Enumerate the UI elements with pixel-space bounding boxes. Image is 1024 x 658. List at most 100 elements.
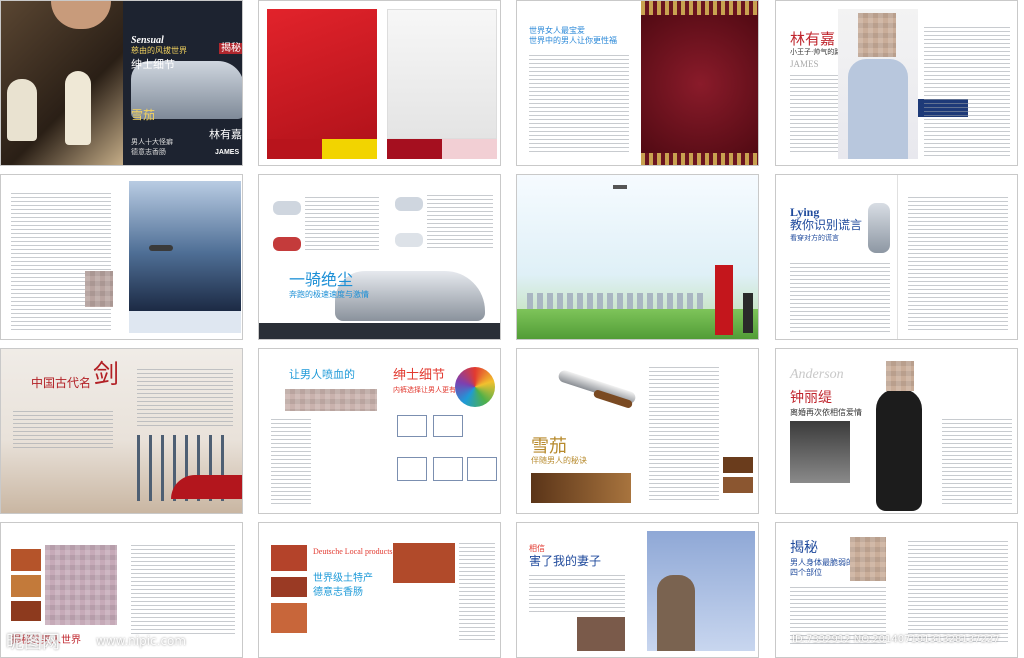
thumb-lying[interactable]: Lying 教你识别谎言 看穿对方的谎言 (775, 174, 1018, 340)
car-thumb-4 (395, 233, 423, 247)
cigar-title: 雪茄 (531, 436, 567, 457)
thumb-anderson[interactable]: Anderson 钟丽缇 离婚再次依相信爱情 (775, 348, 1018, 514)
lying-title: 教你识别谎言 (790, 218, 863, 232)
profile-body-text (790, 75, 840, 155)
wife-title: 害了我的妻子 (529, 554, 602, 568)
boxer-diagram-2 (433, 457, 463, 481)
yellow-swatch (322, 139, 377, 159)
censored-photo (85, 271, 113, 307)
thumb-cover[interactable]: Sensual 慈由的风拔世界 绅士细节 揭秘 雪茄 林有嘉 男人十大怪癖 德意… (0, 0, 243, 166)
sausage-en: Deutsche Local products (313, 547, 393, 556)
cover-line4: 德意志香肠 (131, 148, 166, 156)
cover-brand: JAMES (215, 149, 240, 156)
photo-strip (790, 421, 850, 483)
underwear-left-text (271, 419, 311, 505)
cigar-right-text (649, 367, 719, 503)
briefs-diagram-2 (433, 415, 463, 437)
briefs-diagram-1 (397, 415, 427, 437)
left-page-text (11, 193, 111, 333)
sword-body-text (13, 411, 113, 451)
censored-face (886, 361, 914, 391)
car-headline: 一骑绝尘 (289, 270, 354, 289)
sword-title-a: 中国古代名 (31, 376, 92, 390)
cigar-sub: 伴随男人的秘诀 (531, 456, 587, 465)
thumb-swords[interactable]: 中国古代名 剑 (0, 348, 243, 514)
cigar-thumb-2 (723, 477, 753, 493)
sausage-photo-3 (271, 603, 307, 633)
boxer-diagram-1 (397, 457, 427, 481)
boxer-diagram-3 (467, 457, 497, 481)
sausage-sub: 德意志香肠 (313, 587, 363, 598)
sci-fi-image (129, 181, 241, 311)
cover-cigar: 雪茄 (131, 108, 156, 122)
cigar-box-image (531, 473, 631, 503)
red-number-one (715, 265, 733, 335)
lying-sub: 看穿对方的谎言 (790, 234, 839, 242)
thumb-sausage[interactable]: Deutsche Local products 世界级土特产 德意志香肠 (258, 522, 501, 658)
cigar-thumb-1 (723, 457, 753, 473)
lying-body-text (790, 263, 890, 333)
profile-en: JAMES (790, 59, 819, 69)
food-photo-2 (11, 575, 41, 597)
reveal-sub1: 男人身体最脆弱的 (790, 558, 854, 567)
tower-shape (657, 575, 695, 651)
burgundy-frame-panel (641, 1, 758, 165)
car-spec-text-right (427, 195, 493, 251)
chess-bishop-icon (65, 71, 91, 145)
sword-title-b: 剑 (93, 360, 120, 390)
sausage-photo-1 (271, 545, 307, 571)
chess-knight-icon (7, 79, 37, 141)
thumb-article-burgundy[interactable]: 世界女人最宝爱 世界中的男人让你更性福 (516, 0, 759, 166)
thumb-sci-fi[interactable] (0, 174, 243, 340)
underwear-title-left: 让男人喷血的 (289, 368, 355, 381)
gold-ornament-bottom (641, 153, 758, 165)
car-subline: 奔跑的极速速度与激情 (289, 290, 369, 299)
thumb-underwear[interactable]: 让男人喷血的 绅士细节 内裤选择让男人更有品味 (258, 348, 501, 514)
watermark-url: www.nipic.com (96, 634, 187, 648)
anderson-name: 钟丽缇 (790, 390, 832, 406)
food-photo-1 (11, 549, 41, 571)
thumb-landscape[interactable] (516, 174, 759, 340)
woman-black-dress (876, 389, 922, 511)
thumb-wife[interactable]: 相信 害了我的妻子 (516, 522, 759, 658)
car-spec-text (305, 197, 379, 253)
standing-man (743, 293, 753, 333)
robot-figure (868, 203, 890, 253)
article-body-text (529, 55, 629, 155)
cover-mini1: 揭秘 (219, 43, 242, 54)
red-ribbon (171, 475, 242, 499)
anderson-sub: 离婚再次依相信爱情 (790, 408, 862, 417)
watermark-logo: 昵图网 (6, 632, 60, 653)
thumb-cigar[interactable]: 雪茄 伴随男人的秘诀 (516, 348, 759, 514)
anderson-right-text (942, 419, 1012, 505)
road-strip (259, 323, 500, 339)
cover-line1: 慈由的风拔世界 (131, 46, 187, 55)
car-thumb-2 (273, 237, 301, 251)
wife-body-text (529, 575, 625, 615)
thumb-color-swatches[interactable] (258, 0, 501, 166)
reveal-title: 揭秘 (790, 540, 818, 556)
page-gutter (897, 175, 898, 339)
caption-strip (129, 311, 241, 333)
sausage-right-text (459, 543, 495, 643)
shirt-shape (848, 59, 908, 159)
car-thumb-3 (395, 197, 423, 211)
cover-en-word: Sensual (131, 35, 164, 46)
gold-ornament-top (641, 1, 758, 15)
censored-photo (45, 545, 117, 625)
pink-swatch (442, 139, 497, 159)
censored-face (850, 537, 886, 581)
sausage-title: 世界级土特产 (313, 573, 373, 584)
wife-kicker: 相信 (529, 544, 545, 553)
food-photo-3 (11, 601, 41, 621)
sausage-photo-2 (271, 577, 307, 597)
thumb-car-spread[interactable]: 一骑绝尘 奔跑的极速速度与激情 (258, 174, 501, 340)
profile-right-text (924, 27, 1010, 157)
censored-face (858, 13, 896, 57)
color-fan-image (455, 367, 495, 407)
thumb-profile-lin[interactable]: 林有嘉 小王子·帅气的路上 JAMES (775, 0, 1018, 166)
city-skyline (527, 293, 707, 309)
sausage-photo-4 (393, 543, 455, 583)
cover-name: 林有嘉 (209, 128, 242, 141)
men-world-text (131, 545, 235, 635)
